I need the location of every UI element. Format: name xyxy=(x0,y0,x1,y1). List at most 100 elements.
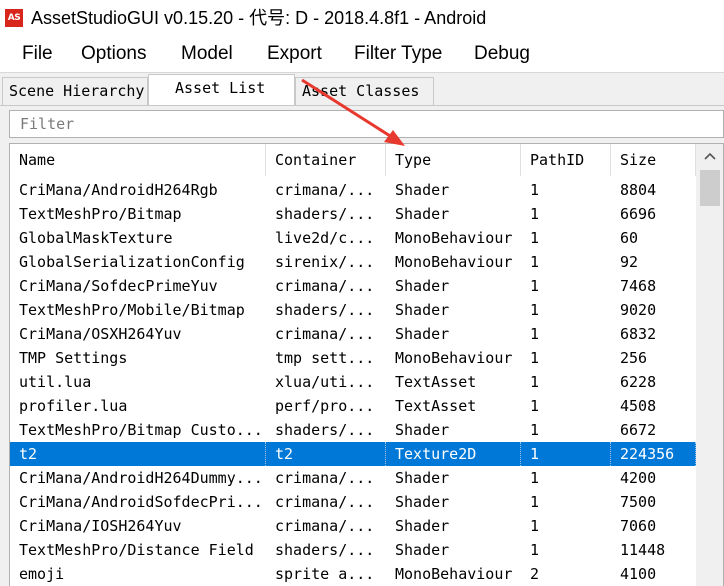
table-row[interactable]: TMP Settings tmp sett... MonoBehaviour 1 256 xyxy=(10,346,696,370)
menu-model[interactable]: Model xyxy=(181,42,233,66)
cell-container: sirenix/... xyxy=(275,253,375,271)
cell-type: TextAsset xyxy=(395,373,477,391)
cell-pathid: 1 xyxy=(530,421,540,439)
cell-pathid: 1 xyxy=(530,517,540,535)
menu-debug[interactable]: Debug xyxy=(474,42,530,66)
cell-pathid: 1 xyxy=(530,469,540,487)
cell-size: 60 xyxy=(620,229,639,247)
table-row[interactable]: CriMana/IOSH264Yuv crimana/... Shader 1 7060 xyxy=(10,514,696,538)
table-row[interactable]: t2 t2 Texture2D 1 224356 xyxy=(10,442,696,466)
cell-container: crimana/... xyxy=(275,325,375,343)
cell-type: Texture2D xyxy=(386,442,521,466)
table-row[interactable]: TextMeshPro/Distance Field shaders/... Sha… xyxy=(10,538,696,562)
cell-container: crimana/... xyxy=(275,493,375,511)
cell-pathid: 2 xyxy=(530,565,540,583)
table-row[interactable]: TextMeshPro/Bitmap shaders/... Shader 1 6696 xyxy=(10,202,696,226)
cell-container: shaders/... xyxy=(275,421,375,439)
cell-type: Shader xyxy=(395,421,450,439)
cell-size: 6672 xyxy=(620,421,657,439)
filter-input[interactable] xyxy=(10,111,723,137)
cell-name: TextMeshPro/Distance Field xyxy=(19,541,254,559)
cell-type: Shader xyxy=(395,517,450,535)
tab-scene-hierarchy[interactable]: Scene Hierarchy xyxy=(2,77,148,105)
cell-name: TMP Settings xyxy=(19,349,128,367)
cell-pathid: 1 xyxy=(530,205,540,223)
cell-type: MonoBehaviour xyxy=(395,349,513,367)
tab-asset-classes[interactable]: Asset Classes xyxy=(295,77,434,105)
chevron-up-icon xyxy=(704,152,716,160)
menu-file[interactable]: File xyxy=(22,42,53,66)
cell-size: 9020 xyxy=(620,301,657,319)
cell-container: perf/pro... xyxy=(275,397,375,415)
scroll-up-button[interactable] xyxy=(696,144,723,168)
cell-name: CriMana/AndroidH264Dummy... xyxy=(19,469,263,487)
cell-pathid: 1 xyxy=(530,493,540,511)
table-row[interactable]: GlobalSerializationConfig sirenix/... Mono… xyxy=(10,250,696,274)
cell-type: Shader xyxy=(395,205,450,223)
menu-bar: File Options Model Export Filter Type De… xyxy=(0,36,724,72)
table-row[interactable]: CriMana/AndroidH264Rgb crimana/... Shader 1… xyxy=(10,178,696,202)
cell-name: profiler.lua xyxy=(19,397,128,415)
menu-filter-type[interactable]: Filter Type xyxy=(354,42,442,66)
cell-size: 92 xyxy=(620,253,639,271)
cell-type: Shader xyxy=(395,277,450,295)
cell-size: 7060 xyxy=(620,517,657,535)
cell-name: TextMeshPro/Bitmap Custo... xyxy=(19,421,263,439)
app-icon: AS xyxy=(5,9,23,27)
cell-size: 6832 xyxy=(620,325,657,343)
scrollbar-thumb[interactable] xyxy=(700,170,720,206)
cell-size: 224356 xyxy=(611,442,696,466)
cell-type: MonoBehaviour xyxy=(395,565,513,583)
cell-pathid: 1 xyxy=(530,277,540,295)
cell-name: CriMana/IOSH264Yuv xyxy=(19,517,182,535)
table-row[interactable]: CriMana/AndroidH264Dummy... crimana/... Sh… xyxy=(10,466,696,490)
cell-name: t2 xyxy=(10,442,266,466)
cell-size: 8804 xyxy=(620,181,657,199)
cell-type: Shader xyxy=(395,301,450,319)
filter-field[interactable] xyxy=(9,110,724,138)
cell-size: 6696 xyxy=(620,205,657,223)
cell-size: 11448 xyxy=(620,541,666,559)
cell-pathid: 1 xyxy=(530,373,540,391)
cell-pathid: 1 xyxy=(530,253,540,271)
cell-name: TextMeshPro/Bitmap xyxy=(19,205,182,223)
table-row[interactable]: CriMana/AndroidSofdecPri... crimana/... Sh… xyxy=(10,490,696,514)
column-header-type[interactable]: Type xyxy=(386,144,521,176)
column-header-container[interactable]: Container xyxy=(266,144,386,176)
table-row[interactable]: profiler.lua perf/pro... TextAsset 1 4508 xyxy=(10,394,696,418)
menu-export[interactable]: Export xyxy=(267,42,322,66)
cell-type: Shader xyxy=(395,541,450,559)
tab-asset-list[interactable]: Asset List xyxy=(148,74,295,107)
asset-list-view[interactable]: Name Container Type PathID Size CriMana/… xyxy=(9,143,724,586)
cell-container: sprite a... xyxy=(275,565,375,583)
table-row[interactable]: CriMana/SofdecPrimeYuv crimana/... Shader 1… xyxy=(10,274,696,298)
column-header-pathid[interactable]: PathID xyxy=(521,144,611,176)
cell-container: shaders/... xyxy=(275,301,375,319)
title-bar[interactable]: AS AssetStudioGUI v0.15.20 - 代号: D - 201… xyxy=(0,0,724,36)
cell-size: 7468 xyxy=(620,277,657,295)
table-row[interactable]: CriMana/OSXH264Yuv crimana/... Shader 1 6832 xyxy=(10,322,696,346)
cell-name: CriMana/OSXH264Yuv xyxy=(19,325,182,343)
menu-options[interactable]: Options xyxy=(81,42,146,66)
table-row[interactable]: TextMeshPro/Mobile/Bitmap shaders/... Shad… xyxy=(10,298,696,322)
cell-name: CriMana/SofdecPrimeYuv xyxy=(19,277,218,295)
vertical-scrollbar[interactable] xyxy=(696,144,723,586)
tab-strip: Scene Hierarchy Asset List Asset Classes xyxy=(0,72,724,107)
cell-container: xlua/uti... xyxy=(275,373,375,391)
cell-container: t2 xyxy=(266,442,386,466)
asset-list-panel: Name Container Type PathID Size CriMana/… xyxy=(0,105,724,586)
table-row[interactable]: util.lua xlua/uti... TextAsset 1 6228 xyxy=(10,370,696,394)
cell-container: crimana/... xyxy=(275,277,375,295)
column-header-size[interactable]: Size xyxy=(611,144,696,176)
cell-type: Shader xyxy=(395,325,450,343)
cell-name: TextMeshPro/Mobile/Bitmap xyxy=(19,301,245,319)
cell-type: Shader xyxy=(395,493,450,511)
column-header-name[interactable]: Name xyxy=(10,144,266,176)
table-row[interactable]: GlobalMaskTexture live2d/c... MonoBehaviou… xyxy=(10,226,696,250)
cell-container: shaders/... xyxy=(275,541,375,559)
cell-container: crimana/... xyxy=(275,517,375,535)
cell-pathid: 1 xyxy=(530,181,540,199)
cell-name: util.lua xyxy=(19,373,92,391)
table-row[interactable]: TextMeshPro/Bitmap Custo... shaders/... Sh… xyxy=(10,418,696,442)
table-row[interactable]: emoji sprite a... MonoBehaviour 2 4100 xyxy=(10,562,696,586)
